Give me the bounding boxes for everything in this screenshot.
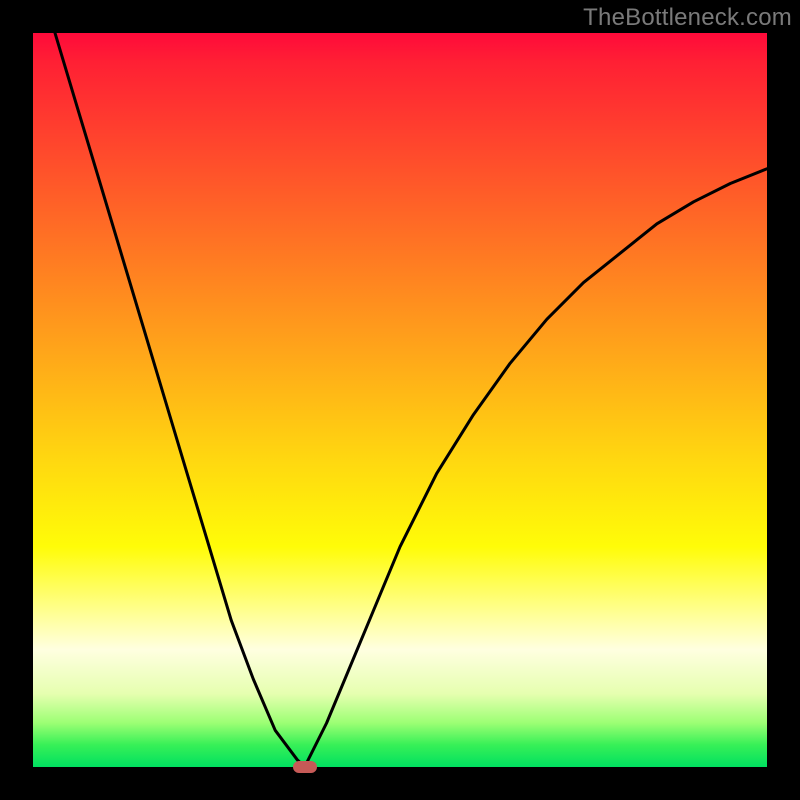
- watermark-text: TheBottleneck.com: [583, 4, 792, 32]
- plot-area: [33, 33, 767, 767]
- optimum-marker: [293, 761, 317, 773]
- chart-frame: TheBottleneck.com: [0, 0, 800, 800]
- bottleneck-curve: [33, 33, 767, 767]
